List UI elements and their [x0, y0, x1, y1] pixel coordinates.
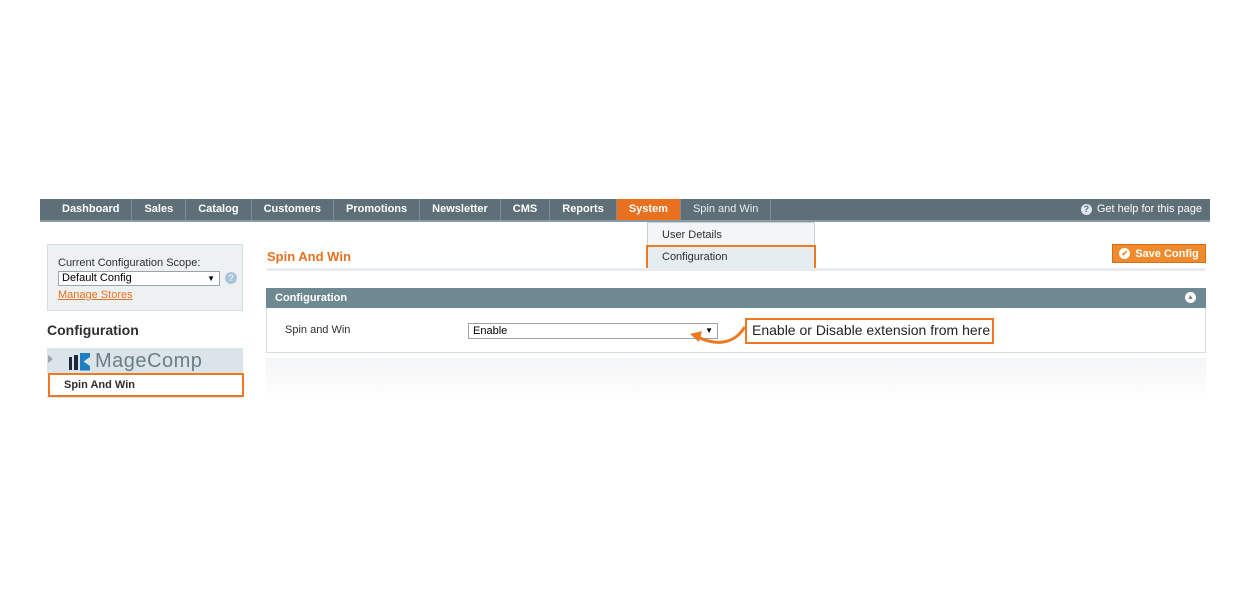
- content-bottom-area: [266, 358, 1206, 402]
- page-title: Spin And Win: [267, 249, 351, 264]
- scope-select-value: Default Config: [62, 272, 132, 284]
- section-title: Configuration: [275, 292, 348, 304]
- scope-select[interactable]: Default Config ▼: [58, 271, 220, 286]
- expand-arrow-icon: [48, 355, 53, 363]
- config-scope-panel: Current Configuration Scope: Default Con…: [47, 244, 243, 311]
- magecomp-logo-text: MageComp: [95, 350, 203, 372]
- manage-stores-link[interactable]: Manage Stores: [58, 289, 133, 301]
- nav-newsletter[interactable]: Newsletter: [420, 199, 501, 220]
- section-header[interactable]: Configuration ▲: [266, 288, 1206, 308]
- top-nav: Dashboard Sales Catalog Customers Promot…: [40, 199, 1210, 222]
- title-divider: [267, 268, 1205, 271]
- checkmark-icon: ✔: [1119, 248, 1131, 259]
- scope-help-icon[interactable]: ?: [225, 272, 237, 284]
- sidebar-item-highlight-box: [48, 373, 244, 397]
- nav-reports[interactable]: Reports: [550, 199, 617, 220]
- collapse-icon[interactable]: ▲: [1185, 292, 1196, 303]
- spin-and-win-field-label: Spin and Win: [285, 324, 351, 336]
- save-config-button[interactable]: ✔ Save Config: [1112, 244, 1206, 263]
- spin-and-win-select-value: Enable: [473, 325, 508, 337]
- nav-catalog[interactable]: Catalog: [186, 199, 252, 220]
- nav-sales[interactable]: Sales: [132, 199, 187, 220]
- magecomp-logo-icon: [69, 352, 91, 372]
- configuration-highlight-box: [646, 245, 816, 270]
- dropdown-arrow-icon: ▼: [207, 274, 215, 283]
- nav-dashboard[interactable]: Dashboard: [50, 199, 133, 220]
- help-icon: ?: [1080, 204, 1092, 215]
- nav-customers[interactable]: Customers: [252, 199, 335, 220]
- save-config-label: Save Config: [1135, 247, 1199, 260]
- help-link[interactable]: ? Get help for this page: [1080, 199, 1202, 220]
- magecomp-logo: MageComp: [69, 350, 202, 373]
- annotation-arrow-icon: [690, 326, 746, 344]
- spin-and-win-select[interactable]: Enable ▼: [468, 323, 718, 339]
- nav-spin-and-win[interactable]: Spin and Win: [681, 199, 772, 220]
- scope-label: Current Configuration Scope:: [58, 257, 201, 269]
- nav-menu: Dashboard Sales Catalog Customers Promot…: [50, 199, 772, 222]
- sidebar-group-magecomp[interactable]: MageComp: [47, 348, 243, 374]
- nav-cms[interactable]: CMS: [501, 199, 551, 220]
- help-link-label: Get help for this page: [1096, 203, 1202, 215]
- annotation-callout: Enable or Disable extension from here: [745, 318, 994, 344]
- nav-promotions[interactable]: Promotions: [334, 199, 421, 220]
- nav-system[interactable]: System: [616, 199, 681, 220]
- sidebar-title: Configuration: [47, 322, 139, 338]
- menu-item-user-details[interactable]: User Details: [648, 224, 814, 246]
